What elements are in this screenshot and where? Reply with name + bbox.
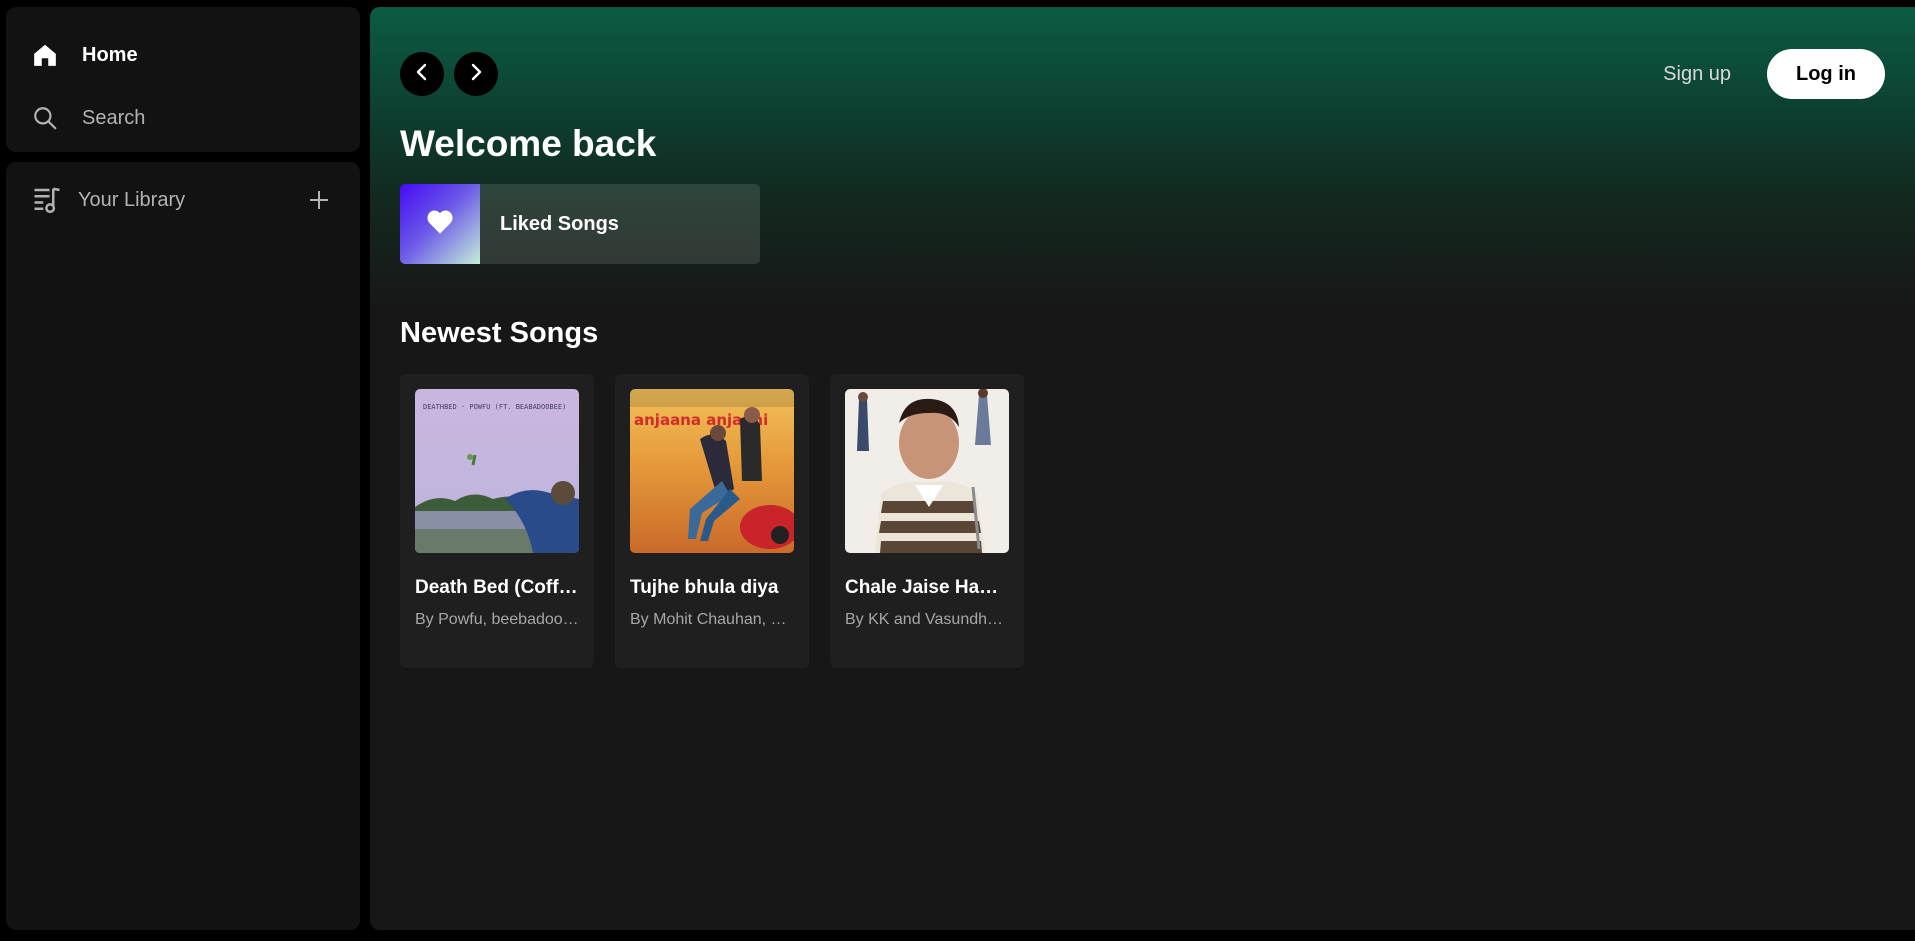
signup-button[interactable]: Sign up [1663,63,1731,86]
song-list: DEATHBED · POWFU (FT. BEABADOOBEE) Death… [400,374,1024,668]
library-label[interactable]: Your Library [78,189,185,212]
app-root: Home Search Your Library Sign up Log in … [0,0,1915,941]
login-button[interactable]: Log in [1767,49,1885,99]
cover-text: DEATHBED · POWFU (FT. BEABADOOBEE) [423,403,566,411]
liked-songs-card[interactable]: Liked Songs [400,184,760,264]
sidebar-item-home-label: Home [82,43,138,66]
sidebar-item-search[interactable]: Search [30,98,145,138]
sidebar-nav: Home Search [6,7,360,152]
song-card[interactable]: DEATHBED · POWFU (FT. BEABADOOBEE) Death… [400,374,594,668]
song-cover: DEATHBED · POWFU (FT. BEABADOOBEE) [415,389,579,553]
library-icon[interactable] [30,183,64,217]
song-artist: By Mohit Chauhan, Shekhar Ravjiani [630,611,794,628]
song-card[interactable]: anjaana anjaani Tujhe bhula diya By Mohi… [615,374,809,668]
song-card[interactable]: Chale Jaise Hawaien By KK and Vasundhara… [830,374,1024,668]
library-header: Your Library [30,182,336,218]
page-title: Welcome back [400,123,657,164]
sidebar-item-search-label: Search [82,106,146,129]
chevron-right-icon [466,62,486,87]
section-title-newest: Newest Songs [400,317,599,349]
song-cover [845,389,1009,553]
song-artist: By Powfu, beebadoobee [415,611,579,628]
heart-icon [426,209,454,240]
liked-songs-art [400,184,480,264]
home-icon [30,40,60,70]
plus-icon[interactable] [302,183,336,217]
song-title: Chale Jaise Hawaien [845,577,1009,598]
chevron-left-icon [412,62,432,87]
liked-songs-label: Liked Songs [500,212,619,235]
search-icon [30,103,60,133]
main-content: Sign up Log in Welcome back Liked Songs … [370,7,1915,930]
song-artist: By KK and Vasundhara Das [845,611,1009,628]
library-panel: Your Library [6,162,360,930]
forward-button[interactable] [454,52,498,96]
back-button[interactable] [400,52,444,96]
song-title: Tujhe bhula diya [630,577,779,598]
topbar: Sign up Log in [400,47,1885,101]
sidebar-item-home[interactable]: Home [30,35,138,75]
song-title: Death Bed (Coffee for Your Head) [415,577,579,598]
song-cover: anjaana anjaani [630,389,794,553]
